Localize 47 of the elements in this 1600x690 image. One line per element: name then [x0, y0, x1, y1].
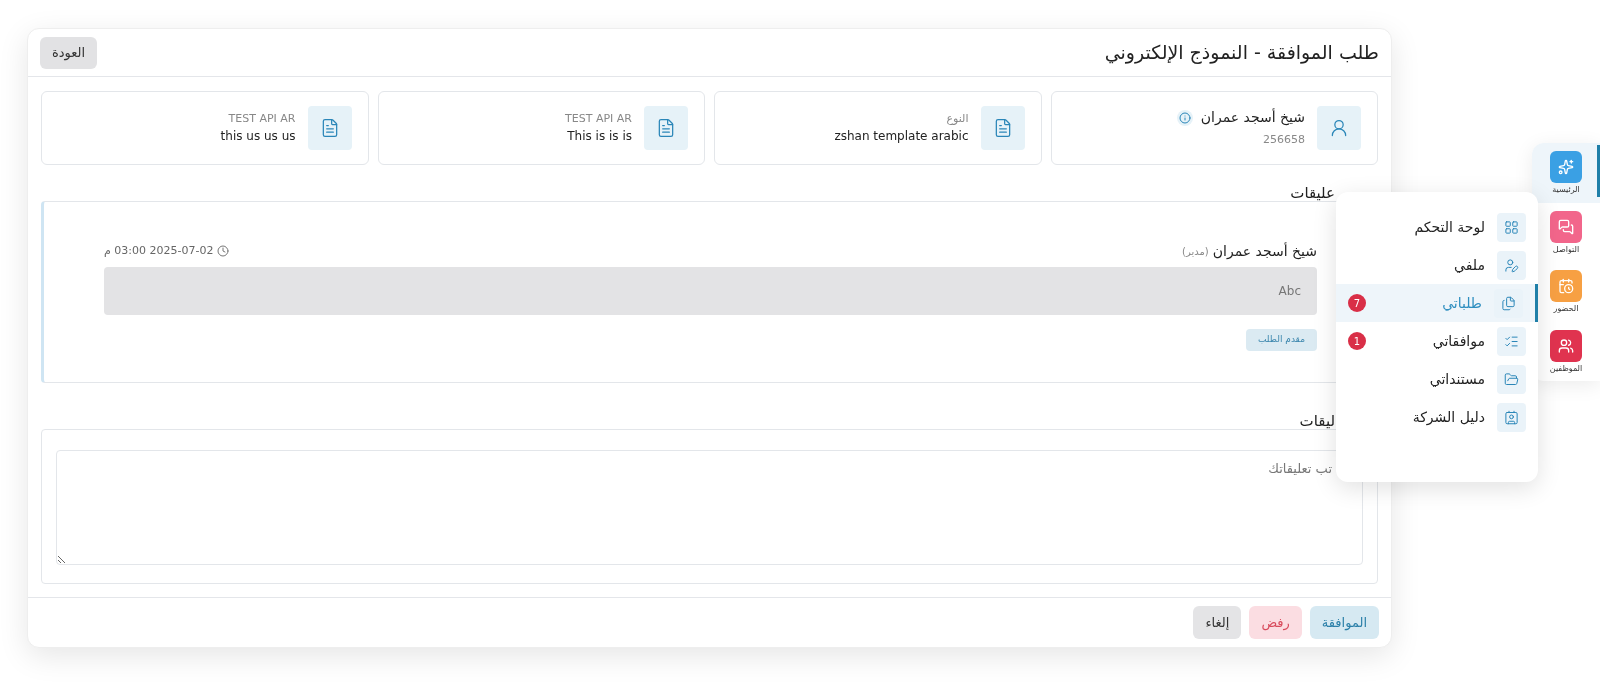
back-button[interactable]: العودة	[40, 36, 98, 69]
rail-item[interactable]: الرئيسية	[1532, 143, 1600, 203]
count-badge: 7	[1348, 294, 1366, 312]
field-label: TEST API AR	[228, 110, 296, 127]
document-icon	[307, 106, 352, 150]
menu-label: لوحة التحكم	[1414, 217, 1485, 238]
menu-label: طلباتي	[1442, 293, 1482, 313]
cancel-button[interactable]: إلغاء	[1193, 606, 1242, 639]
document-icon	[980, 106, 1025, 150]
rail-label: التواصل	[1552, 245, 1580, 254]
comment-text: Abc	[104, 267, 1317, 315]
field-label: النوع	[946, 110, 969, 127]
section-heading: عليقات	[1290, 182, 1335, 204]
rail-label: الرئيسية	[1552, 186, 1580, 195]
menu-label: دليل الشركة	[1412, 407, 1485, 428]
menu-icon	[1497, 364, 1526, 394]
comment-time: 2025-07-02 03:00 م	[104, 242, 214, 259]
field-value: zshan template arabic	[834, 128, 969, 146]
user-id: 256658	[1263, 132, 1305, 149]
rail-label: الموظفين	[1549, 364, 1583, 373]
field-value: this us us us	[220, 128, 296, 146]
menu-item[interactable]: دليل الشركة	[1336, 398, 1538, 436]
document-icon	[644, 106, 688, 150]
user-icon	[1317, 106, 1361, 150]
dialog-title: طلب الموافقة - النموذج الإلكتروني	[1104, 40, 1379, 66]
menu-label: مستنداتي	[1429, 369, 1485, 389]
comment-author: شيخ أسجد عمران	[1212, 241, 1317, 262]
count-badge: 1	[1348, 332, 1366, 350]
menu-icon	[1497, 212, 1526, 242]
comment-field[interactable]: تب تعليقاتك	[56, 450, 1363, 565]
user-name: شيخ أسجد عمران	[1200, 107, 1305, 128]
requester-tag: مقدم الطلب	[1246, 329, 1317, 351]
menu-label: موافقاتي	[1432, 331, 1485, 352]
menu-label: ملفي	[1454, 255, 1485, 275]
info-icon[interactable]	[1176, 109, 1193, 126]
menu-icon	[1497, 250, 1526, 280]
field-label: TEST API AR	[565, 110, 632, 127]
approve-button[interactable]: الموافقة	[1309, 606, 1379, 639]
active-indicator	[1597, 145, 1600, 197]
menu-icon	[1497, 402, 1526, 432]
menu-icon	[1494, 288, 1523, 318]
rail-label: الحضور	[1553, 305, 1579, 314]
section-heading: ليقات	[1299, 410, 1335, 432]
clock-icon	[217, 245, 230, 257]
menu-icon	[1497, 326, 1526, 356]
field-value: This is is is	[567, 128, 632, 146]
author-role: (مدير)	[1182, 244, 1209, 259]
